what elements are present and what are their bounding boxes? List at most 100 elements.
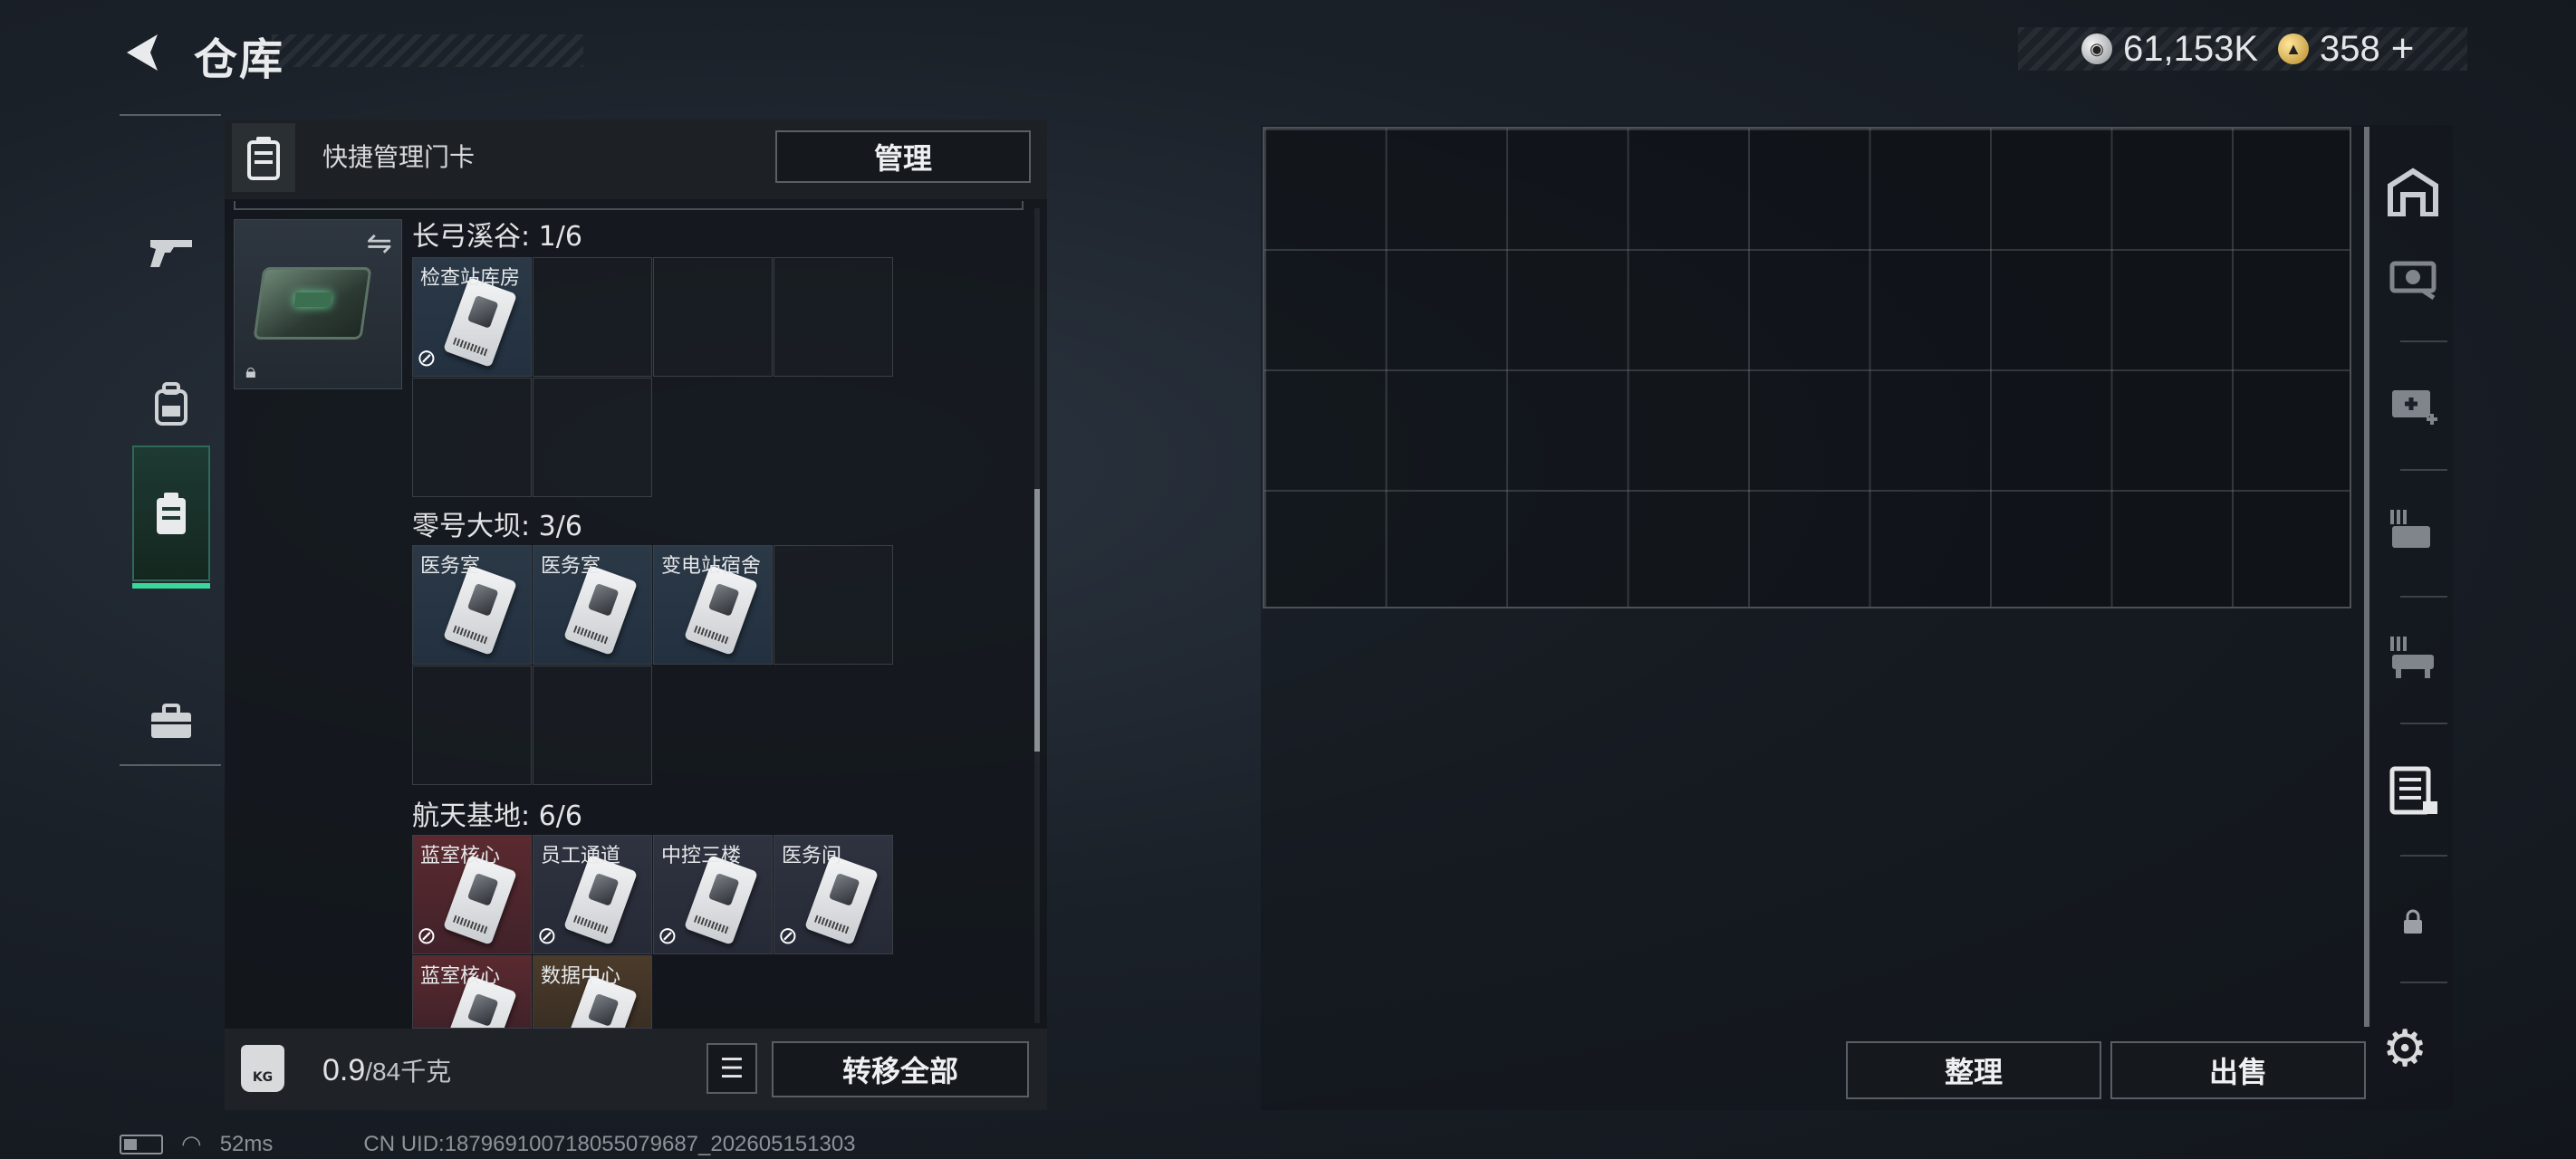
section-title-linghao: 零号大坝: 3/6	[412, 511, 582, 542]
tab-separator	[2400, 596, 2447, 598]
ping-value: 52ms	[219, 1131, 274, 1156]
rail-item-weapons[interactable]	[132, 185, 210, 321]
storage-tab-divider	[2364, 127, 2369, 1027]
lock-icon: 🔒︎	[245, 360, 256, 383]
keycard-label: 变电站宿舍	[661, 555, 762, 578]
swap-icon[interactable]: ⇋	[367, 225, 393, 262]
weight-value: 0.9	[322, 1053, 366, 1087]
settings-button[interactable]: ⚙	[2382, 1020, 2427, 1078]
sort-button[interactable]: 整理	[1846, 1041, 2101, 1099]
pistol-icon	[150, 240, 192, 267]
empty-slot[interactable]	[774, 257, 893, 377]
list-view-button[interactable]: ☰	[706, 1043, 757, 1094]
lock-icon	[2404, 909, 2422, 934]
keycard-image	[562, 855, 639, 945]
weight-readout: 0.9/84千克	[322, 1052, 451, 1088]
keycard-image	[442, 855, 518, 945]
rail-item-keycards[interactable]	[132, 445, 210, 589]
keycard-slot[interactable]: 检查站库房 ⊘	[412, 257, 532, 377]
unbound-icon: ⊘	[778, 923, 798, 950]
tab-locked[interactable]	[2379, 887, 2447, 956]
keycard-case-tab[interactable]	[232, 123, 295, 192]
empty-slot[interactable]	[412, 666, 532, 785]
keycard-image	[442, 277, 518, 368]
keycard-image	[442, 565, 518, 656]
sell-button[interactable]: 出售	[2110, 1041, 2366, 1099]
back-button[interactable]	[116, 25, 170, 80]
tab-separator	[2400, 469, 2447, 471]
keycard-panel-title: 快捷管理门卡	[322, 142, 476, 172]
list-icon: ☰	[719, 1052, 745, 1085]
unbound-icon: ⊘	[417, 345, 437, 372]
backpack-icon	[155, 382, 187, 426]
status-bar: ◠ 52ms CN UID:18796910071805​5079687_202…	[120, 1130, 856, 1158]
tab-medkit-case[interactable]	[2379, 368, 2447, 436]
transfer-all-button[interactable]: 转移全部	[772, 1041, 1029, 1097]
keycard-slot[interactable]: 蓝室核心	[412, 955, 532, 1029]
empty-slot[interactable]	[533, 257, 652, 377]
category-rail	[120, 114, 221, 766]
storage-grid[interactable]	[1263, 127, 2351, 608]
tab-separator	[2400, 855, 2447, 857]
gold-amount: 358	[2320, 28, 2380, 69]
warehouse-icon	[2388, 168, 2438, 216]
keycard-case-icon	[157, 493, 186, 534]
scrollbar-thumb[interactable]	[1034, 489, 1040, 752]
gold-currency[interactable]: ▲ 358 +	[2278, 26, 2414, 72]
keycard-label: 医务室	[420, 555, 481, 578]
manage-button[interactable]: 管理	[775, 130, 1031, 183]
empty-slot[interactable]	[533, 666, 652, 785]
medkit-case-icon	[2392, 390, 2437, 425]
keycard-slot[interactable]: 医务室	[412, 545, 532, 665]
keycard-case-icon	[247, 137, 280, 180]
unbound-icon: ⊘	[658, 923, 678, 950]
keycard-label: 医务室	[541, 555, 601, 578]
tab-warehouse[interactable]	[2379, 158, 2447, 226]
wifi-icon: ◠	[181, 1130, 202, 1157]
keycard-image	[562, 565, 639, 656]
empty-slot[interactable]	[774, 545, 893, 665]
currency-bar: ◉ 61,153K ▲ 358 +	[2018, 26, 2467, 72]
keycard-image	[803, 855, 879, 945]
keycard-label: 检查站库房	[420, 267, 521, 290]
keycard-label: 蓝室核心	[420, 965, 501, 988]
keycard-label: 员工通道	[541, 845, 621, 867]
keycard-slot[interactable]: 蓝室核心 ⊘	[412, 835, 532, 954]
uid-text: CN UID:18796910071805​5079687_2026051513…	[363, 1131, 856, 1156]
keycard-label: 数据中心	[541, 965, 621, 988]
keycard-image	[683, 855, 759, 945]
weapon-case-icon	[2389, 261, 2437, 300]
unbound-icon: ⊘	[537, 923, 557, 950]
silver-coin-icon: ◉	[2081, 34, 2112, 64]
toolbox-icon	[151, 704, 191, 738]
keycard-slot[interactable]: 中控三楼 ⊘	[653, 835, 773, 954]
add-gold-button[interactable]: +	[2391, 26, 2415, 72]
tab-card-case[interactable]	[2379, 757, 2447, 826]
empty-slot[interactable]	[412, 378, 532, 497]
keycard-slot[interactable]: 医务室	[533, 545, 652, 665]
unbound-icon: ⊘	[417, 923, 437, 950]
tab-gear-case[interactable]	[2379, 623, 2447, 692]
gear-case-icon	[2390, 637, 2434, 678]
keycard-label: 蓝室核心	[420, 845, 501, 867]
empty-slot[interactable]	[533, 378, 652, 497]
empty-slot[interactable]	[653, 257, 773, 377]
keycard-slot[interactable]: 数据中心	[533, 955, 652, 1029]
keycard-case-item[interactable]: ⇋ 🔒︎	[234, 219, 402, 389]
title-decoration	[272, 34, 583, 67]
keycard-slot[interactable]: 医务间 ⊘	[774, 835, 893, 954]
keycard-label: 医务间	[782, 845, 842, 867]
tab-ammo-case[interactable]	[2379, 496, 2447, 565]
back-arrow-icon	[127, 34, 158, 71]
keycard-label: 中控三楼	[661, 845, 742, 867]
gold-coin-icon: ▲	[2278, 34, 2310, 64]
card-case-icon	[2389, 766, 2437, 815]
rail-item-toolbox[interactable]	[132, 654, 210, 790]
keycard-slot[interactable]: 员工通道 ⊘	[533, 835, 652, 954]
tab-weapon-case[interactable]	[2379, 241, 2447, 310]
weight-capacity: /84千克	[365, 1058, 452, 1086]
tab-separator	[2400, 340, 2447, 342]
ammo-case-icon	[2390, 510, 2430, 548]
section-title-changgong: 长弓溪谷: 1/6	[412, 221, 582, 253]
keycard-slot[interactable]: 变电站宿舍	[653, 545, 773, 665]
